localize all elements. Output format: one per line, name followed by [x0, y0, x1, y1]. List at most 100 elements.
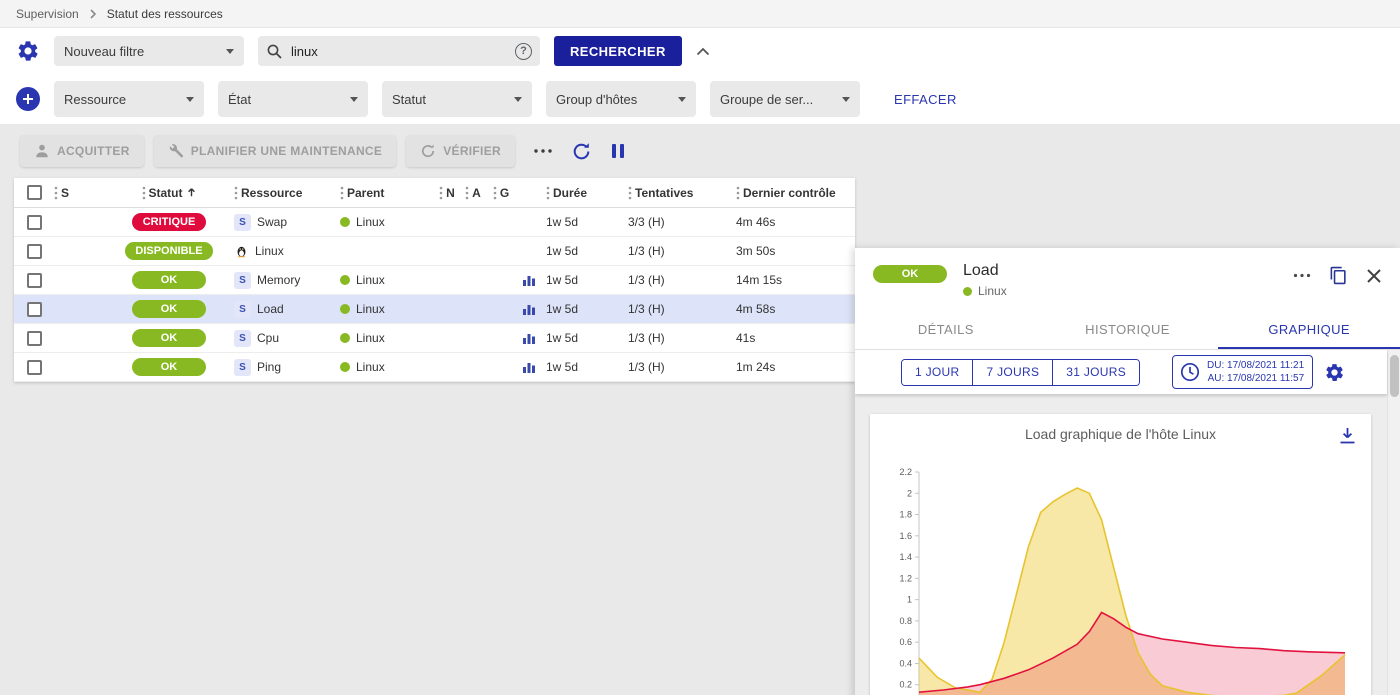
- table-row-memory[interactable]: OKSMemoryLinux1w 5d1/3 (H)14m 15s: [14, 266, 855, 295]
- column-header-parent[interactable]: Parent: [336, 178, 434, 207]
- column-header-g[interactable]: G: [486, 178, 516, 207]
- row-checkbox[interactable]: [27, 302, 42, 317]
- graph-settings-button[interactable]: [1324, 362, 1345, 383]
- range-button-1-jour[interactable]: 1 JOUR: [902, 360, 972, 385]
- panel-host-name[interactable]: Linux: [978, 284, 1007, 298]
- drag-handle-icon[interactable]: [736, 186, 740, 200]
- search-box[interactable]: ?: [258, 36, 540, 66]
- column-header-statut[interactable]: Statut: [104, 178, 230, 207]
- sort-asc-icon[interactable]: [186, 187, 197, 198]
- refresh-button[interactable]: [571, 141, 592, 162]
- column-header-duree[interactable]: Durée: [542, 178, 624, 207]
- panel-header: OK Load Linux: [855, 248, 1400, 310]
- date-range-picker[interactable]: DU: 17/08/2021 11:21 AU: 17/08/2021 11:5…: [1172, 355, 1313, 389]
- service-icon: S: [234, 330, 251, 347]
- column-header-a[interactable]: A: [460, 178, 486, 207]
- tab-details[interactable]: DÉTAILS: [855, 310, 1037, 349]
- filter-dropdown-etat[interactable]: État: [218, 81, 368, 117]
- filter-dropdown-ressource[interactable]: Ressource: [54, 81, 204, 117]
- column-header-ressource[interactable]: Ressource: [230, 178, 336, 207]
- column-header-s[interactable]: S: [50, 178, 104, 207]
- range-button-31-jours[interactable]: 31 JOURS: [1052, 360, 1139, 385]
- resource-name[interactable]: Memory: [257, 273, 300, 287]
- parent-name[interactable]: Linux: [356, 215, 385, 229]
- graph-icon[interactable]: [522, 360, 536, 374]
- acknowledge-button[interactable]: ACQUITTER: [20, 135, 144, 167]
- table-row-linux[interactable]: DISPONIBLELinux1w 5d1/3 (H)3m 50s: [14, 237, 855, 266]
- column-header-n[interactable]: N: [434, 178, 460, 207]
- drag-handle-icon[interactable]: [340, 186, 344, 200]
- table-row-cpu[interactable]: OKSCpuLinux1w 5d1/3 (H)41s: [14, 324, 855, 353]
- resource-name[interactable]: Linux: [255, 244, 284, 258]
- more-actions-button[interactable]: [533, 148, 553, 154]
- drag-handle-icon[interactable]: [54, 186, 58, 200]
- parent-name[interactable]: Linux: [356, 360, 385, 374]
- check-button[interactable]: VÉRIFIER: [406, 135, 515, 167]
- parent-up-dot: [340, 217, 350, 227]
- row-checkbox[interactable]: [27, 273, 42, 288]
- table-row-ping[interactable]: OKSPingLinux1w 5d1/3 (H)1m 24s: [14, 353, 855, 382]
- status-badge: OK: [132, 329, 206, 347]
- drag-handle-icon[interactable]: [465, 186, 469, 200]
- maintenance-button[interactable]: PLANIFIER UNE MAINTENANCE: [154, 135, 397, 167]
- drag-handle-icon[interactable]: [439, 186, 443, 200]
- row-checkbox[interactable]: [27, 331, 42, 346]
- help-icon[interactable]: ?: [515, 43, 532, 60]
- parent-up-dot: [340, 304, 350, 314]
- load-chart[interactable]: 0.20.40.60.811.21.41.61.822.211:2511:301…: [881, 462, 1361, 695]
- parent-name[interactable]: Linux: [356, 273, 385, 287]
- svg-text:1: 1: [906, 595, 911, 605]
- svg-text:2.2: 2.2: [899, 467, 912, 477]
- pause-button[interactable]: [610, 142, 626, 160]
- drag-handle-icon[interactable]: [546, 186, 550, 200]
- search-icon: [266, 43, 283, 60]
- column-header-tentatives[interactable]: Tentatives: [624, 178, 732, 207]
- row-checkbox[interactable]: [27, 215, 42, 230]
- parent-name[interactable]: Linux: [356, 302, 385, 316]
- collapse-filters-button[interactable]: [696, 47, 710, 56]
- duration: 1w 5d: [542, 266, 624, 294]
- clear-filters-button[interactable]: EFFACER: [894, 92, 957, 107]
- tab-graphique[interactable]: GRAPHIQUE: [1218, 310, 1400, 349]
- resource-name[interactable]: Cpu: [257, 331, 279, 345]
- resource-name[interactable]: Swap: [257, 215, 287, 229]
- date-from: DU: 17/08/2021 11:21: [1207, 359, 1304, 372]
- graph-icon[interactable]: [522, 331, 536, 345]
- row-checkbox[interactable]: [27, 244, 42, 259]
- last-check: 3m 50s: [732, 237, 855, 265]
- resource-name[interactable]: Load: [257, 302, 284, 316]
- panel-scrollbar[interactable]: [1387, 350, 1400, 695]
- download-icon[interactable]: [1338, 426, 1357, 445]
- drag-handle-icon[interactable]: [142, 186, 146, 200]
- close-icon[interactable]: [1366, 268, 1382, 284]
- filter-dropdown-statut[interactable]: Statut: [382, 81, 532, 117]
- filter-settings-button[interactable]: [16, 39, 40, 63]
- add-criteria-button[interactable]: [16, 87, 40, 111]
- search-input[interactable]: [291, 44, 507, 59]
- tries: 1/3 (H): [624, 295, 732, 323]
- graph-icon[interactable]: [522, 302, 536, 316]
- parent-name[interactable]: Linux: [356, 331, 385, 345]
- search-button[interactable]: RECHERCHER: [554, 36, 682, 66]
- graph-icon[interactable]: [522, 273, 536, 287]
- saved-filter-select[interactable]: Nouveau filtre: [54, 36, 244, 66]
- row-checkbox[interactable]: [27, 360, 42, 375]
- panel-more-button[interactable]: [1293, 273, 1311, 278]
- drag-handle-icon[interactable]: [493, 186, 497, 200]
- table-row-swap[interactable]: CRITIQUESSwapLinux1w 5d3/3 (H)4m 46s: [14, 208, 855, 237]
- drag-handle-icon[interactable]: [628, 186, 632, 200]
- column-header-dernier-controle[interactable]: Dernier contrôle: [732, 178, 855, 207]
- tab-historique[interactable]: HISTORIQUE: [1037, 310, 1219, 349]
- service-icon: S: [234, 359, 251, 376]
- drag-handle-icon[interactable]: [234, 186, 238, 200]
- select-all-checkbox[interactable]: [27, 185, 42, 200]
- resource-name[interactable]: Ping: [257, 360, 281, 374]
- range-button-7-jours[interactable]: 7 JOURS: [972, 360, 1052, 385]
- filter-dropdown-groupe-de-ser[interactable]: Groupe de ser...: [710, 81, 860, 117]
- svg-text:1.6: 1.6: [899, 531, 912, 541]
- table-row-load[interactable]: OKSLoadLinux1w 5d1/3 (H)4m 58s: [14, 295, 855, 324]
- scrollbar-thumb[interactable]: [1390, 355, 1399, 397]
- breadcrumb-section[interactable]: Supervision: [16, 7, 79, 21]
- filter-dropdown-group-d-hotes[interactable]: Group d'hôtes: [546, 81, 696, 117]
- copy-link-icon[interactable]: [1329, 266, 1348, 285]
